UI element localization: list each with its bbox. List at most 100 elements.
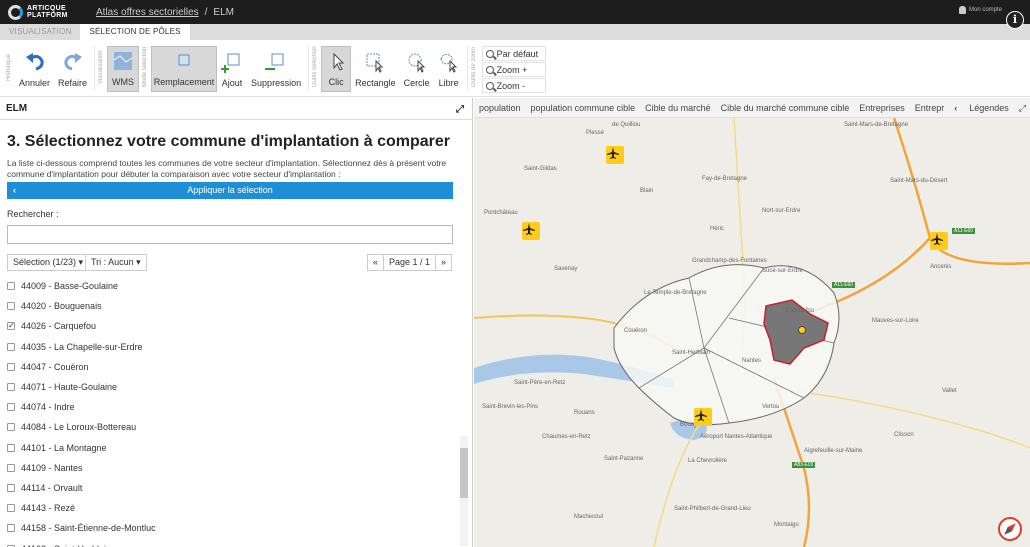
checkbox[interactable]	[7, 362, 15, 371]
town-label: Savenay	[554, 266, 578, 272]
checkbox[interactable]	[7, 342, 15, 351]
suppression-button[interactable]: Suppression	[247, 46, 305, 92]
list-item[interactable]: 44020 - Bouguenais	[7, 296, 452, 316]
commune-label: 44109 - Nantes	[21, 462, 83, 473]
annuler-button[interactable]: Annuler	[15, 46, 54, 92]
user-label: Mon compte	[968, 7, 1002, 13]
user-menu[interactable]: Mon compte	[958, 6, 1002, 14]
checkbox[interactable]	[7, 443, 15, 452]
map-expand-icon[interactable]: ⤢	[1015, 103, 1030, 114]
panel-header: ELM ⤢	[0, 98, 472, 120]
zoom-out-button[interactable]: Zoom -	[481, 78, 546, 93]
cercle-button[interactable]: Cercle	[400, 46, 434, 92]
ajout-button[interactable]: Ajout	[217, 46, 247, 92]
pager-page-label: Page 1 / 1	[382, 254, 436, 271]
list-item[interactable]: 44114 - Orvault	[7, 478, 452, 498]
list-item[interactable]: 44162 - Saint-Herblain	[7, 538, 452, 547]
tab-selection-poles[interactable]: SÉLECTION DE PÔLES	[80, 24, 190, 40]
ajout-label: Ajout	[221, 78, 243, 88]
map-view[interactable]: de Quilliou Plessé Saint-Mars-de-Bretagne S…	[474, 118, 1030, 547]
search-input[interactable]	[7, 225, 453, 244]
checkbox[interactable]	[7, 403, 15, 412]
list-item[interactable]: 44071 - Haute-Goulaine	[7, 377, 452, 397]
list-item[interactable]: 44084 - Le Loroux-Bottereau	[7, 417, 452, 437]
zoom-tools: Par défaut Zoom + Zoom -	[481, 46, 546, 94]
compass-icon[interactable]	[998, 517, 1022, 541]
clic-button[interactable]: Clic	[321, 46, 352, 92]
layer-tab-population[interactable]: population	[474, 103, 526, 113]
checkbox-checked[interactable]: ✓	[7, 322, 15, 331]
libre-button[interactable]: Libre	[434, 46, 464, 92]
layers-scroll-left[interactable]: ‹	[948, 103, 963, 113]
list-item[interactable]: 44047 - Couëron	[7, 357, 452, 377]
logo[interactable]: ARTICQUE PLATFORM	[8, 4, 88, 20]
checkbox[interactable]	[7, 423, 15, 432]
airport-icon	[606, 146, 624, 164]
town-label: Nort-sur-Erdre	[762, 208, 801, 214]
expand-icon[interactable]: ⤢	[456, 104, 464, 115]
checkbox[interactable]	[7, 282, 15, 291]
scrollbar-thumb[interactable]	[460, 448, 468, 498]
tab-visualisation[interactable]: VISUALISATION	[0, 24, 80, 40]
road-sign-a11-east: A11-E60	[952, 228, 976, 234]
commune-label: 44158 - Saint-Étienne-de-Montluc	[21, 523, 156, 534]
sort-dropdown[interactable]: Tri : Aucun ▾	[85, 254, 147, 271]
list-item[interactable]: ✓ 44026 - Carquefou	[7, 316, 452, 336]
commune-label: 44074 - Indre	[21, 402, 75, 413]
page-title: 3. Sélectionnez votre commune d'implanta…	[7, 133, 451, 150]
layer-tab-cible-marche-cible[interactable]: Cible du marché commune cible	[716, 103, 855, 113]
cercle-label: Cercle	[403, 78, 430, 88]
legend-tab[interactable]: Légendes	[963, 103, 1015, 113]
highway-a11	[892, 118, 1030, 265]
town-label: Vertou	[762, 404, 780, 410]
commune-label: 44071 - Haute-Goulaine	[21, 382, 118, 393]
checkbox[interactable]	[7, 302, 15, 311]
town-label: Saint-Herblain	[672, 350, 711, 356]
airport-icon-ancenis	[930, 232, 948, 250]
zoom-default-button[interactable]: Par défaut	[481, 46, 546, 61]
checkbox[interactable]	[7, 504, 15, 513]
checkbox[interactable]	[7, 383, 15, 392]
list-item[interactable]: 44074 - Indre	[7, 397, 452, 417]
layer-tab-entreprises[interactable]: Entreprises	[854, 103, 910, 113]
list-item[interactable]: 44035 - La Chapelle-sur-Erdre	[7, 337, 452, 357]
apply-selection-button[interactable]: ‹ Appliquer la sélection	[7, 182, 453, 199]
rectangle-button[interactable]: Rectangle	[351, 46, 400, 92]
town-label: Saint-Pazanne	[604, 456, 644, 462]
town-label: Grandchamp-des-Fontaines	[692, 258, 767, 264]
info-button[interactable]: i	[1006, 11, 1024, 29]
list-scrollbar[interactable]	[460, 436, 468, 546]
breadcrumb-separator: /	[204, 6, 208, 18]
pager-next-button[interactable]: »	[434, 254, 452, 271]
breadcrumb-atlas-link[interactable]: Atlas offres sectorielles	[96, 7, 199, 18]
town-label: Héric	[710, 226, 725, 232]
list-item[interactable]: 44009 - Basse-Goulaine	[7, 276, 452, 296]
commune-label: 44143 - Rezé	[21, 503, 76, 514]
checkbox[interactable]	[7, 463, 15, 472]
refaire-button[interactable]: Refaire	[54, 46, 91, 92]
town-label: Rouans	[574, 410, 595, 416]
pager-prev-button[interactable]: «	[366, 254, 384, 271]
chevron-left-icon: ‹	[13, 185, 16, 195]
selection-dropdown[interactable]: Sélection (1/23) ▾	[7, 254, 90, 271]
group-label-history: Historique	[6, 53, 12, 81]
zoom-in-button[interactable]: Zoom +	[481, 62, 546, 77]
wms-button[interactable]: WMS	[107, 46, 140, 92]
selection-panel: ELM ⤢ 3. Sélectionnez votre commune d'im…	[0, 98, 473, 547]
airport-icon-campbon	[522, 222, 540, 240]
remplacement-button[interactable]: Remplacement	[151, 46, 218, 92]
map-panel: population population commune cible Cibl…	[474, 98, 1030, 547]
remplacement-label: Remplacement	[153, 77, 215, 87]
wms-label: WMS	[112, 77, 135, 87]
list-item[interactable]: 44109 - Nantes	[7, 458, 452, 478]
list-item[interactable]: 44143 - Rezé	[7, 498, 452, 518]
checkbox[interactable]	[7, 524, 15, 533]
layer-tab-population-cible[interactable]: population commune cible	[526, 103, 641, 113]
list-item[interactable]: 44101 - La Montagne	[7, 438, 452, 458]
layer-tabs: population population commune cible Cibl…	[474, 98, 1030, 118]
list-item[interactable]: 44158 - Saint-Étienne-de-Montluc	[7, 518, 452, 538]
libre-label: Libre	[438, 78, 459, 88]
logo-mark-icon	[8, 4, 23, 20]
checkbox[interactable]	[7, 483, 15, 492]
layer-tab-cible-marche[interactable]: Cible du marché	[640, 103, 716, 113]
